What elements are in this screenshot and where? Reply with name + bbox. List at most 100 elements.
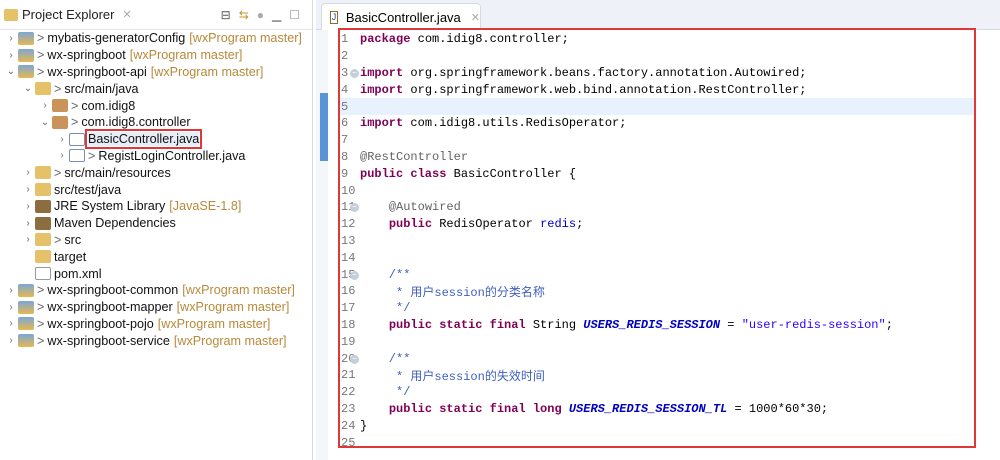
code-token: BasicController { xyxy=(446,166,577,181)
chevron-right-icon[interactable]: › xyxy=(55,150,69,161)
chevron-down-icon[interactable]: ⌄ xyxy=(38,117,52,128)
minimize-icon[interactable]: ▁ xyxy=(272,8,281,22)
tree-item[interactable]: › BasicController.java xyxy=(0,129,312,150)
tab-basic-controller[interactable]: J BasicController.java ✕ xyxy=(321,3,481,30)
tree-item-label: wx-springboot-mapper xyxy=(47,300,173,315)
maximize-icon[interactable]: ☐ xyxy=(289,8,300,22)
git-decoration: > xyxy=(71,115,79,130)
line-number: 9 xyxy=(340,167,356,181)
tree-item-label: src xyxy=(64,232,82,247)
line-number: 24 xyxy=(340,419,356,433)
project-explorer-panel: Project Explorer ✕ ⊟ ⇆ ● ▁ ☐ › > mybatis-g… xyxy=(0,0,313,460)
tree-item[interactable]: › > wx-springboot-mapper [wxProgram master] xyxy=(0,299,312,316)
tree-item[interactable]: › > wx-springboot-service [wxProgram master… xyxy=(0,332,312,349)
link-with-editor-icon[interactable]: ⇆ xyxy=(239,8,249,22)
proj-icon xyxy=(18,48,34,62)
tree-item[interactable]: › > wx-springboot-pojo [wxProgram master] xyxy=(0,316,312,333)
close-tab-icon[interactable]: ✕ xyxy=(471,11,480,24)
chevron-right-icon[interactable]: › xyxy=(4,335,18,346)
fold-icon[interactable]: − xyxy=(350,270,359,280)
tree-item-label: wx-springboot-service xyxy=(47,333,170,348)
chevron-down-icon[interactable]: ⌄ xyxy=(21,83,35,94)
line-number: 10 xyxy=(340,184,356,198)
code-token: org.springframework.web.bind.annotation.… xyxy=(403,82,807,97)
chevron-right-icon[interactable]: › xyxy=(55,134,69,145)
code-token: = xyxy=(720,317,742,332)
line-number: 13 xyxy=(340,234,356,248)
close-icon[interactable]: ✕ xyxy=(122,8,131,21)
tree-item[interactable]: ⌄ > wx-springboot-api [wxProgram master] xyxy=(0,64,312,81)
code-token: public class xyxy=(360,166,447,181)
tree-item[interactable]: › > wx-springboot-common [wxProgram master] xyxy=(0,282,312,299)
tree-item-label: mybatis-generatorConfig xyxy=(47,31,186,46)
tree-item[interactable]: ⌄ > src/main/java xyxy=(0,80,312,97)
tree-item[interactable]: target xyxy=(0,248,312,265)
tree-item-label: pom.xml xyxy=(54,266,102,281)
chevron-right-icon[interactable]: › xyxy=(4,302,18,313)
code-line: 15− /** xyxy=(340,266,410,283)
fold-icon[interactable]: − xyxy=(350,68,359,78)
tree-item[interactable]: › src/test/java xyxy=(0,181,312,198)
line-number-text: 6 xyxy=(341,116,349,131)
line-number-text: 8 xyxy=(341,149,349,164)
code-line: 1 package com.idig8.controller; xyxy=(340,31,569,48)
fold-icon[interactable]: − xyxy=(350,203,359,213)
editor-tab-bar: J BasicController.java ✕ xyxy=(316,0,1000,30)
proj-icon xyxy=(18,334,34,348)
fold-icon[interactable]: − xyxy=(350,354,359,364)
xml-icon xyxy=(35,267,51,281)
tree-item[interactable]: › > src xyxy=(0,232,312,249)
git-decoration: > xyxy=(54,232,62,247)
chevron-right-icon[interactable]: › xyxy=(4,318,18,329)
chevron-right-icon[interactable]: › xyxy=(21,201,35,212)
chevron-right-icon[interactable]: › xyxy=(4,33,18,44)
line-number: 6 xyxy=(340,116,356,130)
tree-item[interactable]: › > com.idig8 xyxy=(0,97,312,114)
tree-item[interactable]: › > src/main/resources xyxy=(0,164,312,181)
tree-item[interactable]: › JRE System Library [JavaSE-1.8] xyxy=(0,198,312,215)
git-decoration: > xyxy=(54,81,62,96)
tree-item[interactable]: › > RegistLoginController.java xyxy=(0,148,312,165)
chevron-down-icon[interactable]: ⌄ xyxy=(4,66,18,77)
tree-item[interactable]: › Maven Dependencies xyxy=(0,215,312,232)
line-number-text: 9 xyxy=(341,166,349,181)
code-editor[interactable]: 1 package com.idig8.controller; 2 3− import … xyxy=(338,28,976,450)
code-token: USERS_REDIS_SESSION_TL xyxy=(568,401,728,416)
chevron-right-icon[interactable]: › xyxy=(4,50,18,61)
line-number-text: 4 xyxy=(341,82,349,97)
proj-icon xyxy=(18,31,34,45)
chevron-right-icon[interactable]: › xyxy=(21,234,35,245)
code-line: 19 xyxy=(340,333,360,350)
code-token: public static final long xyxy=(388,401,562,416)
chevron-right-icon[interactable]: › xyxy=(21,218,35,229)
code-line: 11− @Autowired xyxy=(340,199,461,216)
chevron-right-icon[interactable]: › xyxy=(21,167,35,178)
tree-item[interactable]: › > wx-springboot [wxProgram master] xyxy=(0,47,312,64)
tree-item-label: src/test/java xyxy=(54,182,122,197)
code-line: 3− import org.springframework.beans.facto… xyxy=(340,65,806,82)
tree-item-label: wx-springboot-common xyxy=(47,283,179,298)
git-decoration: > xyxy=(37,300,45,315)
chevron-right-icon[interactable]: › xyxy=(21,184,35,195)
code-token: @Autowired xyxy=(388,200,461,215)
git-decoration: > xyxy=(37,64,45,79)
tree-item-decoration: [wxProgram master] xyxy=(150,64,264,79)
tree-item[interactable]: › > mybatis-generatorConfig [wxProgram mast… xyxy=(0,30,312,47)
current-line-highlight xyxy=(340,98,974,115)
code-token: public static final xyxy=(388,317,526,332)
tree-item[interactable]: ⌄ > com.idig8.controller xyxy=(0,114,312,131)
chevron-right-icon[interactable]: › xyxy=(4,285,18,296)
code-token: import xyxy=(360,116,404,131)
code-line: 14 xyxy=(340,249,360,266)
view-menu-icon[interactable]: ● xyxy=(257,8,264,22)
code-token: com.idig8.utils.RedisOperator; xyxy=(403,116,627,131)
line-number-text: 19 xyxy=(341,334,356,349)
tree-item[interactable]: pom.xml xyxy=(0,265,312,282)
collapse-all-icon[interactable]: ⊟ xyxy=(221,8,231,22)
line-number-text: 7 xyxy=(341,133,349,148)
chevron-right-icon[interactable]: › xyxy=(38,100,52,111)
tree-item-label: wx-springboot-api xyxy=(47,64,147,79)
lib-icon xyxy=(35,216,51,230)
